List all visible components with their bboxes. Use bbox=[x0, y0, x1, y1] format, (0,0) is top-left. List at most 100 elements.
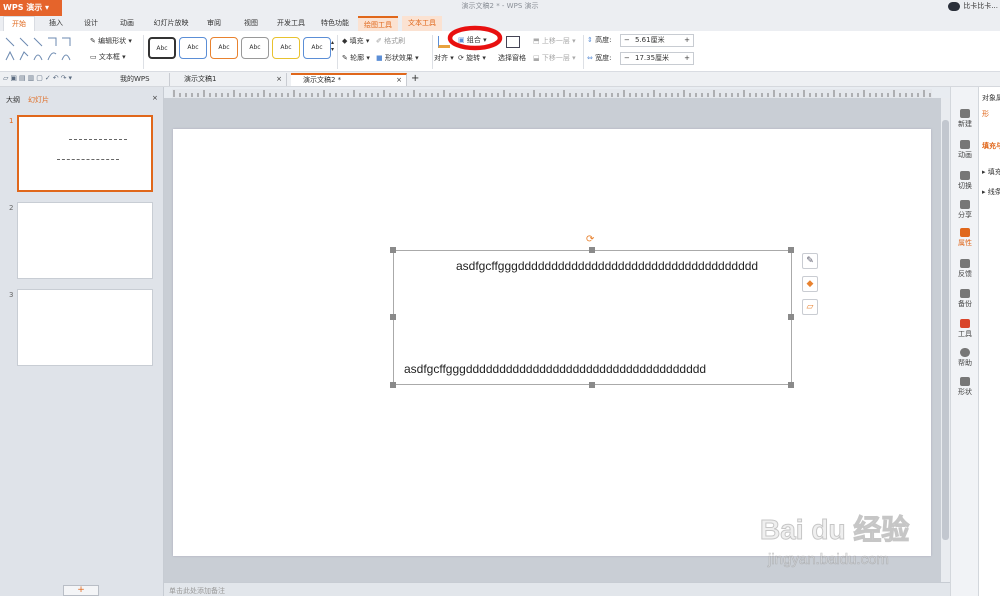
divider bbox=[583, 35, 584, 69]
tab-home[interactable]: 开始 bbox=[3, 16, 35, 31]
animation-icon bbox=[960, 140, 970, 149]
red-highlight-mark bbox=[447, 25, 503, 51]
object-properties-panel: 对象属性 形 填充与 ▸ 填充 ▸ 线条 bbox=[978, 87, 1000, 596]
line-section[interactable]: ▸ 线条 bbox=[982, 187, 1000, 197]
edit-shape-button[interactable]: ✎ 编辑形状 ▾ bbox=[90, 36, 132, 46]
notes-pane[interactable]: 单击此处添加备注 bbox=[164, 582, 950, 596]
outline-float-button[interactable]: ▱ bbox=[802, 299, 818, 315]
panel-tab-shape[interactable]: 形 bbox=[982, 109, 989, 119]
outline-icon: ✎ bbox=[342, 54, 348, 62]
width-increase[interactable]: + bbox=[684, 53, 690, 64]
resize-handle[interactable] bbox=[390, 247, 396, 253]
slide-panel: 大纲 幻灯片 × 1 2 3 + bbox=[0, 87, 164, 596]
quick-access-bar: ▱▣▤▥▢✓↶↷▾ 我的WPS 演示文稿1 × 演示文稿2 * × + bbox=[0, 72, 1000, 87]
shape-style-1[interactable]: Abc bbox=[148, 37, 176, 59]
tab-drawing-tools[interactable]: 绘图工具 bbox=[358, 16, 398, 31]
width-stepper[interactable]: − 17.35厘米 + bbox=[620, 52, 694, 65]
tab-design[interactable]: 设计 bbox=[77, 16, 105, 31]
sidebar-help[interactable]: 帮助 bbox=[951, 348, 979, 368]
sidebar-properties[interactable]: 属性 bbox=[951, 228, 979, 248]
slide-thumbnail-2[interactable] bbox=[17, 202, 153, 279]
tab-animation[interactable]: 动画 bbox=[113, 16, 141, 31]
sidebar-new[interactable]: 新建 bbox=[951, 109, 979, 129]
doc-tab-presentation1[interactable]: 演示文稿1 × bbox=[172, 73, 287, 86]
doc-tab-presentation2[interactable]: 演示文稿2 * × bbox=[291, 73, 407, 86]
scrollbar-thumb[interactable] bbox=[942, 120, 949, 540]
text-box-button[interactable]: ▭ 文本框 ▾ bbox=[90, 52, 126, 62]
close-icon[interactable]: × bbox=[276, 73, 282, 86]
add-slide-button[interactable]: + bbox=[63, 585, 99, 596]
close-icon[interactable]: × bbox=[396, 75, 402, 85]
send-backward-button[interactable]: ⬓ 下移一层 ▾ bbox=[533, 53, 576, 63]
tab-insert[interactable]: 插入 bbox=[42, 16, 70, 31]
properties-icon bbox=[960, 228, 970, 237]
fill-float-button[interactable]: ◆ bbox=[802, 276, 818, 292]
bring-forward-button[interactable]: ⬒ 上移一层 ▾ bbox=[533, 36, 576, 46]
toolbox-icon bbox=[960, 319, 970, 328]
tab-review[interactable]: 审阅 bbox=[200, 16, 228, 31]
sidebar-feedback[interactable]: 反馈 bbox=[951, 259, 979, 279]
tab-text-tools[interactable]: 文本工具 bbox=[402, 16, 442, 31]
resize-handle[interactable] bbox=[788, 382, 794, 388]
sidebar-backup[interactable]: 备份 bbox=[951, 289, 979, 309]
height-decrease[interactable]: − bbox=[624, 35, 630, 46]
slide-number: 2 bbox=[9, 204, 14, 212]
user-account[interactable]: 比卡比卡... bbox=[948, 0, 998, 16]
doc-tab-mywps[interactable]: 我的WPS bbox=[108, 73, 170, 86]
outline-button[interactable]: ✎ 轮廓 ▾ bbox=[342, 53, 370, 63]
sidebar-transition[interactable]: 切换 bbox=[951, 171, 979, 191]
tab-features[interactable]: 特色功能 bbox=[316, 16, 354, 31]
rotate-handle-icon[interactable]: ⟳ bbox=[586, 235, 594, 245]
resize-handle[interactable] bbox=[589, 382, 595, 388]
height-value[interactable]: 5.61厘米 bbox=[635, 35, 665, 46]
send-backward-icon: ⬓ bbox=[533, 54, 540, 62]
shape-style-2[interactable]: Abc bbox=[179, 37, 207, 59]
style-gallery-scroll[interactable]: ▴ ▾ bbox=[331, 39, 334, 53]
sidebar-animation[interactable]: 动画 bbox=[951, 140, 979, 160]
resize-handle[interactable] bbox=[788, 314, 794, 320]
group-selection-box[interactable]: asdfgcffgggddddddddddddddddddddddddddddd… bbox=[393, 250, 792, 385]
slide-canvas[interactable]: asdfgcffgggddddddddddddddddddddddddddddd… bbox=[173, 129, 931, 556]
format-painter-button[interactable]: ✐ 格式刷 bbox=[376, 36, 405, 46]
fill-section[interactable]: ▸ 填充 bbox=[982, 167, 1000, 177]
new-tab-button[interactable]: + bbox=[411, 73, 419, 84]
panel-tab-fill[interactable]: 填充与 bbox=[982, 141, 1000, 151]
tab-outline[interactable]: 大纲 bbox=[6, 95, 20, 105]
edit-shape-float-button[interactable]: ✎ bbox=[802, 253, 818, 269]
thumb-text-line bbox=[69, 139, 127, 140]
shape-gallery[interactable] bbox=[4, 35, 82, 65]
ribbon-toolbar: ✎ 编辑形状 ▾ ▭ 文本框 ▾ Abc Abc Abc Abc Abc Abc… bbox=[0, 25, 1000, 72]
width-value[interactable]: 17.35厘米 bbox=[635, 53, 669, 64]
text-box-bottom[interactable]: asdfgcffgggddddddddddddddddddddddddddddd… bbox=[404, 362, 706, 376]
shape-effect-button[interactable]: ■ 形状效果 ▾ bbox=[376, 53, 419, 63]
slide-thumbnail-3[interactable] bbox=[17, 289, 153, 366]
resize-handle[interactable] bbox=[390, 382, 396, 388]
resize-handle[interactable] bbox=[589, 247, 595, 253]
sidebar-share[interactable]: 分享 bbox=[951, 200, 979, 220]
tab-view[interactable]: 视图 bbox=[237, 16, 265, 31]
shape-style-6[interactable]: Abc bbox=[303, 37, 331, 59]
width-decrease[interactable]: − bbox=[624, 53, 630, 64]
tab-developer[interactable]: 开发工具 bbox=[272, 16, 310, 31]
text-box-top[interactable]: asdfgcffgggddddddddddddddddddddddddddddd… bbox=[456, 259, 758, 273]
shape-style-4[interactable]: Abc bbox=[241, 37, 269, 59]
divider bbox=[337, 35, 338, 69]
bring-forward-icon: ⬒ bbox=[533, 37, 540, 45]
tab-slides[interactable]: 幻灯片 bbox=[28, 95, 49, 105]
shape-style-5[interactable]: Abc bbox=[272, 37, 300, 59]
shape-style-3[interactable]: Abc bbox=[210, 37, 238, 59]
tab-slideshow[interactable]: 幻灯片放映 bbox=[148, 16, 194, 31]
more-icon: ▾ bbox=[68, 74, 75, 82]
fill-button[interactable]: ◆ 填充 ▾ bbox=[342, 36, 369, 46]
close-icon[interactable]: × bbox=[152, 94, 158, 102]
resize-handle[interactable] bbox=[390, 314, 396, 320]
resize-handle[interactable] bbox=[788, 247, 794, 253]
fill-icon: ◆ bbox=[342, 37, 348, 45]
height-stepper[interactable]: − 5.61厘米 + bbox=[620, 34, 694, 47]
sidebar-tools[interactable]: 工具 bbox=[951, 319, 979, 339]
sidebar-shapes[interactable]: 形状 bbox=[951, 377, 979, 397]
quick-access-icons[interactable]: ▱▣▤▥▢✓↶↷▾ bbox=[3, 74, 74, 82]
height-increase[interactable]: + bbox=[684, 35, 690, 46]
slide-thumbnail-1[interactable] bbox=[17, 115, 153, 192]
feedback-icon bbox=[960, 259, 970, 268]
